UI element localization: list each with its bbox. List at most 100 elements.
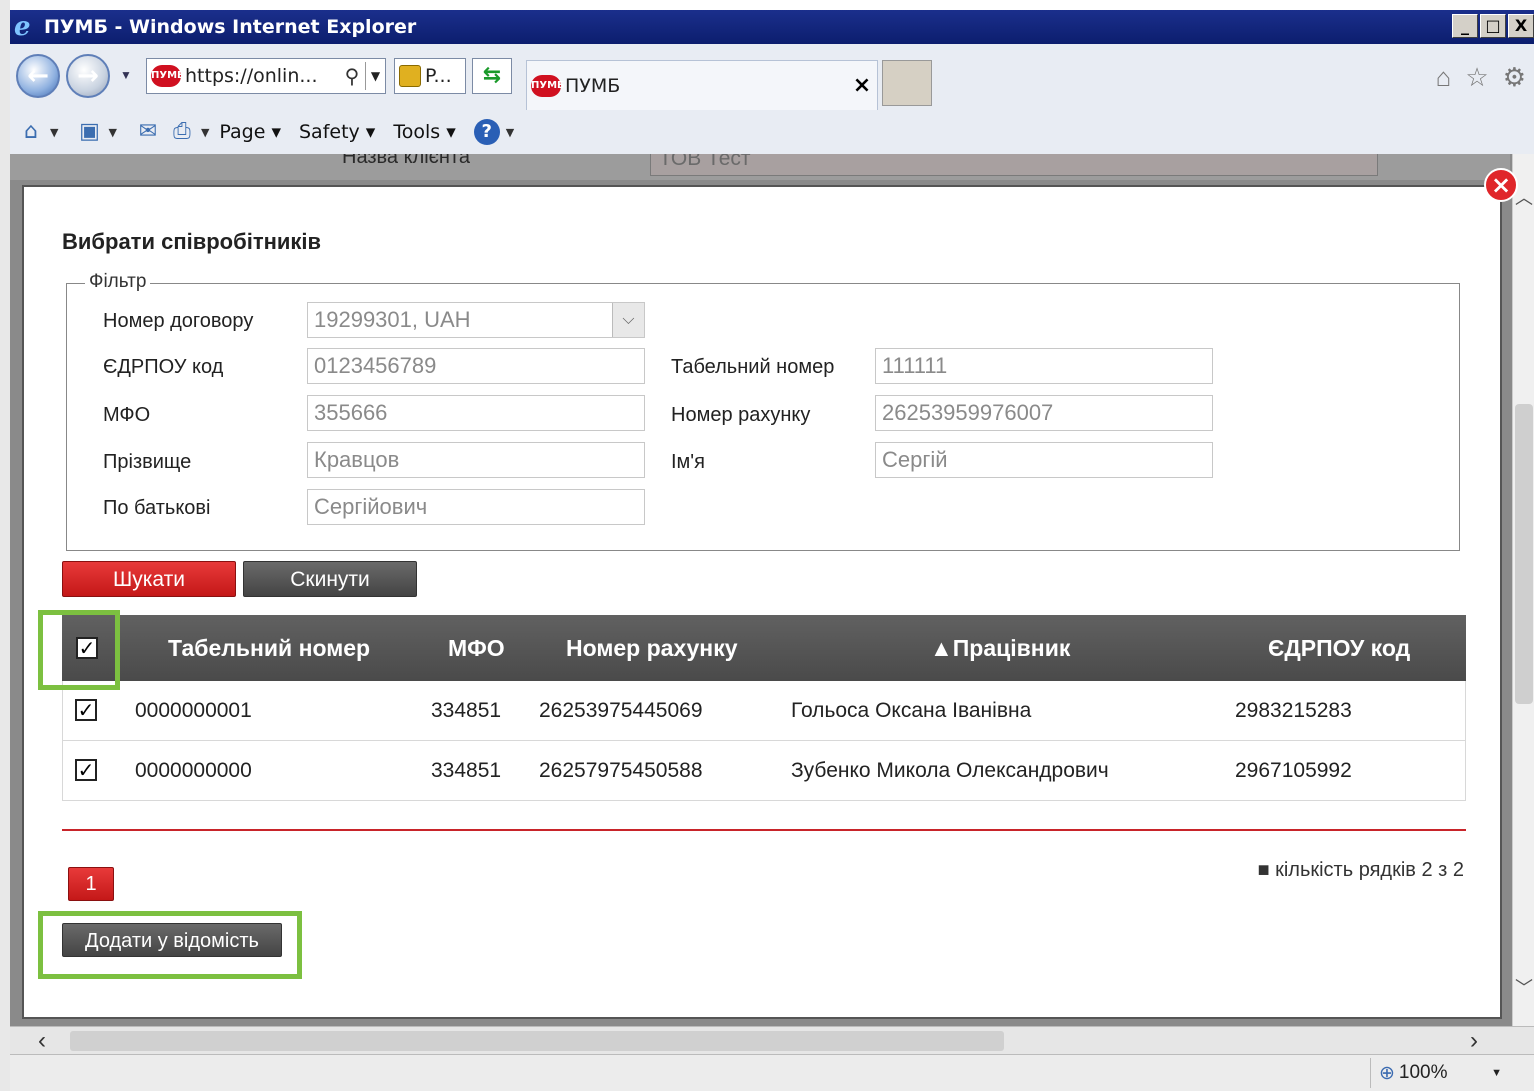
- tab-number-field[interactable]: 111111: [875, 348, 1213, 384]
- contract-select[interactable]: 19299301, UAH ⌵: [307, 302, 645, 338]
- patronymic-field[interactable]: Сергійович: [307, 489, 645, 525]
- zoom-level: 100%: [1398, 1062, 1448, 1083]
- patronymic-label: По батькові: [103, 497, 211, 519]
- section-divider: [62, 829, 1466, 831]
- background-row: Назва клієнта ТОВ Тест: [10, 154, 1510, 180]
- column-edrpou[interactable]: ЄДРПОУ код: [1268, 615, 1410, 681]
- table-row[interactable]: ✓ 0000000000 334851 26257975450588 Зубен…: [62, 741, 1466, 801]
- address-url[interactable]: https://onlin...: [185, 65, 339, 87]
- cell-edrpou: 2983215283: [1235, 699, 1352, 722]
- print-dropdown-icon[interactable]: ▼: [201, 126, 209, 139]
- window-title: ПУМБ - Windows Internet Explorer: [44, 16, 417, 38]
- name-label: Ім'я: [671, 451, 705, 473]
- help-dropdown-icon[interactable]: ▼: [506, 126, 514, 139]
- vertical-scroll-thumb[interactable]: [1515, 404, 1533, 704]
- vertical-scrollbar[interactable]: ︿ ﹀: [1512, 154, 1534, 1026]
- forward-button[interactable]: →: [66, 54, 110, 98]
- background-client-label: Назва клієнта: [342, 154, 470, 168]
- feeds-icon[interactable]: ▣: [76, 119, 102, 145]
- zoom-dropdown-icon[interactable]: ▼: [1491, 1067, 1502, 1079]
- favorites-star-icon[interactable]: ☆: [1465, 62, 1488, 93]
- row-checkbox[interactable]: ✓: [75, 699, 97, 721]
- close-window-button[interactable]: X: [1508, 14, 1534, 38]
- browser-tab[interactable]: ПУМБ ПУМБ ×: [526, 60, 878, 110]
- mfo-label: МФО: [103, 404, 151, 426]
- maximize-button[interactable]: □: [1480, 14, 1506, 38]
- scroll-right-icon[interactable]: ›: [1470, 1027, 1478, 1055]
- minimize-button[interactable]: _: [1452, 14, 1478, 38]
- search-icon[interactable]: ⚲: [339, 64, 365, 88]
- mail-icon[interactable]: ✉: [135, 119, 161, 145]
- home-dropdown-icon[interactable]: ▼: [50, 126, 58, 139]
- column-tab-number[interactable]: Табельний номер: [168, 615, 370, 681]
- lock-icon: [399, 65, 421, 87]
- tab-number-label: Табельний номер: [671, 356, 835, 378]
- row-count-text: ■ кількість рядків 2 з 2: [1257, 859, 1464, 881]
- chevron-down-icon[interactable]: ⌵: [612, 303, 644, 337]
- command-bar: ⌂ ▼ ▣ ▼ ✉ ⎙ ▼ Page ▾ Safety ▾ Tools ▾ ? ▼: [10, 110, 1534, 154]
- search-button[interactable]: Шукати: [62, 561, 236, 597]
- tab-title: ПУМБ: [565, 74, 621, 97]
- address-dropdown-icon[interactable]: ▼: [365, 62, 385, 90]
- cell-account: 26253975445069: [539, 699, 703, 722]
- tab-favicon-icon: ПУМБ: [531, 74, 565, 97]
- row-checkbox[interactable]: ✓: [75, 759, 97, 781]
- contract-select-value: 19299301, UAH: [314, 307, 471, 332]
- reset-button[interactable]: Скинути: [243, 561, 417, 597]
- home-icon[interactable]: ⌂: [18, 119, 44, 145]
- surname-label: Прізвище: [103, 451, 192, 473]
- zoom-icon: ⊕: [1379, 1062, 1395, 1084]
- column-employee[interactable]: ▲Працівник: [930, 615, 1070, 681]
- table-header: ✓ Табельний номер МФО Номер рахунку ▲Пра…: [62, 615, 1466, 681]
- cell-mfo: 334851: [431, 759, 502, 782]
- close-dialog-icon[interactable]: ×: [1484, 168, 1518, 202]
- account-field[interactable]: 26253959976007: [875, 395, 1213, 431]
- menu-page[interactable]: Page ▾: [219, 121, 281, 143]
- browser-tools: ⌂ ☆ ⚙: [1436, 62, 1526, 93]
- scroll-down-icon[interactable]: ﹀: [1513, 974, 1534, 1000]
- column-mfo[interactable]: МФО: [448, 615, 505, 681]
- edrpou-field[interactable]: 0123456789: [307, 348, 645, 384]
- window-titlebar: e ПУМБ - Windows Internet Explorer _ □ X: [10, 10, 1534, 44]
- mfo-field[interactable]: 355666: [307, 395, 645, 431]
- filter-legend: Фільтр: [85, 271, 151, 293]
- tab-close-icon[interactable]: ×: [847, 73, 877, 98]
- window-left-border: [0, 0, 10, 1091]
- security-label: P...: [425, 65, 452, 87]
- ie-logo-icon: e: [14, 12, 31, 42]
- zoom-control[interactable]: ⊕ 100% ▼: [1370, 1058, 1522, 1088]
- help-icon[interactable]: ?: [473, 119, 500, 145]
- table-row[interactable]: ✓ 0000000001 334851 26253975445069 Гольо…: [62, 681, 1466, 741]
- scroll-left-icon[interactable]: ‹: [38, 1027, 46, 1055]
- highlight-add-button: [38, 911, 302, 979]
- horizontal-scroll-thumb[interactable]: [70, 1031, 1004, 1051]
- new-tab-button[interactable]: [882, 60, 932, 106]
- status-bar: ⊕ 100% ▼: [10, 1054, 1534, 1091]
- home-icon[interactable]: ⌂: [1436, 62, 1452, 93]
- feeds-dropdown-icon[interactable]: ▼: [108, 126, 116, 139]
- pagination-page-button[interactable]: 1: [68, 867, 114, 901]
- column-account[interactable]: Номер рахунку: [566, 615, 738, 681]
- window-controls: _ □ X: [1452, 14, 1534, 38]
- menu-tools[interactable]: Tools ▾: [393, 121, 455, 143]
- cell-mfo: 334851: [431, 699, 502, 722]
- highlight-select-all: [38, 610, 120, 690]
- print-icon[interactable]: ⎙: [169, 119, 195, 145]
- security-report[interactable]: P...: [394, 58, 466, 94]
- menu-safety[interactable]: Safety ▾: [299, 121, 375, 143]
- surname-field[interactable]: Кравцов: [307, 442, 645, 478]
- cell-edrpou: 2967105992: [1235, 759, 1352, 782]
- name-field[interactable]: Сергій: [875, 442, 1213, 478]
- history-dropdown-icon[interactable]: ▼: [120, 68, 132, 82]
- select-employees-dialog: Вибрати співробітників Фільтр Номер дого…: [22, 185, 1502, 1019]
- background-client-field: ТОВ Тест: [650, 154, 1378, 176]
- horizontal-scrollbar[interactable]: ‹ ›: [10, 1026, 1534, 1054]
- edrpou-label: ЄДРПОУ код: [103, 356, 224, 378]
- dialog-title: Вибрати співробітників: [62, 229, 322, 254]
- gear-icon[interactable]: ⚙: [1503, 62, 1526, 93]
- address-bar[interactable]: ПУМБ https://onlin... ⚲ ▼: [146, 58, 386, 94]
- cell-tab-number: 0000000001: [135, 699, 252, 722]
- cell-employee: Гольоса Оксана Іванівна: [791, 699, 1032, 722]
- back-button[interactable]: ←: [16, 54, 60, 98]
- refresh-button[interactable]: ⇆: [472, 58, 512, 94]
